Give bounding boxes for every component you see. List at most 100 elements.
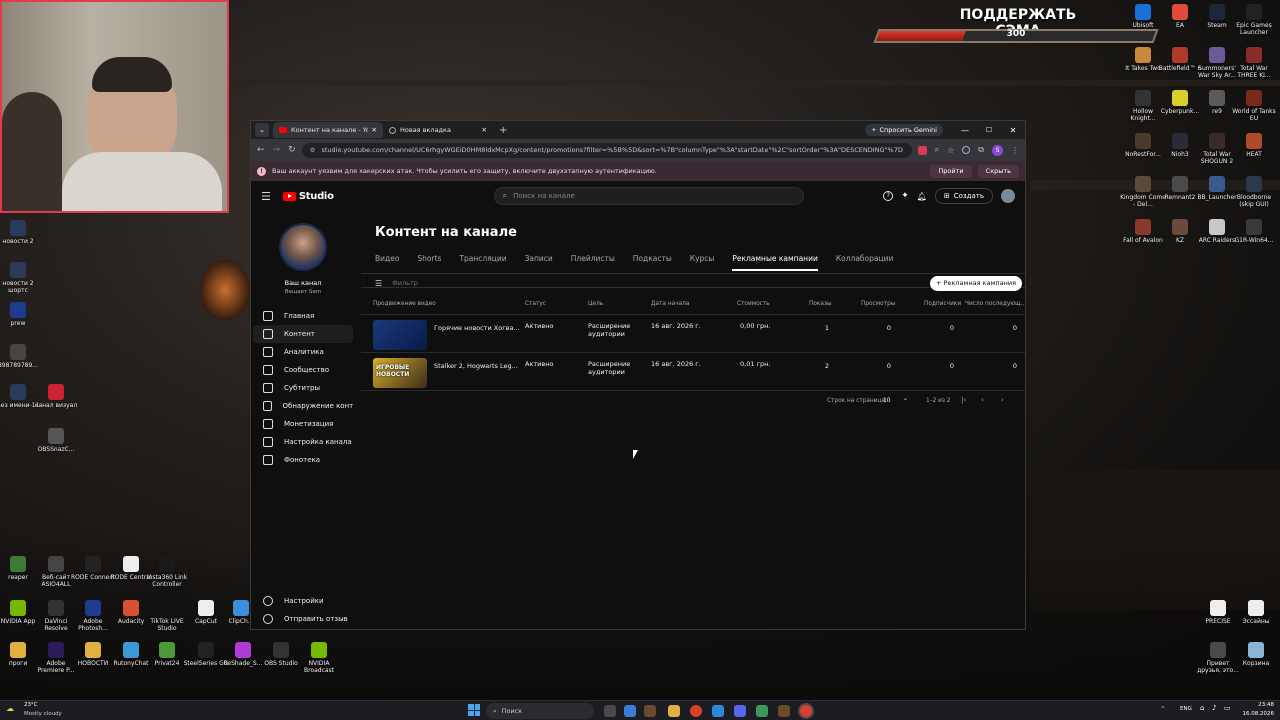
notifications-bell-icon[interactable]: 🔔︎ bbox=[917, 192, 927, 201]
column-header[interactable]: Статус bbox=[525, 301, 546, 307]
windows-start-icon[interactable] bbox=[468, 704, 480, 716]
column-header[interactable]: Продвижение видео bbox=[373, 301, 436, 307]
reload-icon[interactable]: ↻ bbox=[288, 145, 296, 155]
volume-icon[interactable]: ♪ bbox=[1212, 704, 1216, 712]
url-input[interactable]: ⚙ studio.youtube.com/channel/UC6rhgyWGEi… bbox=[301, 142, 912, 158]
battery-icon[interactable]: ▭ bbox=[1224, 704, 1231, 712]
desktop-icon[interactable]: prew bbox=[0, 302, 41, 327]
content-tab[interactable]: Подкасты bbox=[633, 254, 672, 271]
taskbar-search-input[interactable]: ⌕ Поиск bbox=[486, 703, 594, 719]
video-thumbnail[interactable]: ИГРОВЫЕ НОВОСТИ bbox=[373, 358, 427, 388]
hamburger-menu-icon[interactable]: ☰ bbox=[261, 190, 271, 203]
desktop-icon[interactable]: новости 2 шортс bbox=[0, 262, 41, 294]
desktop-icon[interactable]: 898789789... bbox=[0, 344, 41, 369]
tray-chevron-icon[interactable]: ⌃ bbox=[1160, 705, 1166, 713]
content-tab[interactable]: Рекламные кампании bbox=[732, 254, 818, 271]
sidebar-item[interactable]: Настройки bbox=[253, 592, 353, 610]
sidebar-item[interactable]: Аналитика bbox=[253, 343, 353, 361]
telegram-icon[interactable] bbox=[712, 705, 724, 717]
sync-icon[interactable] bbox=[962, 146, 971, 154]
back-icon[interactable]: ← bbox=[257, 145, 265, 155]
sidebar-item[interactable]: Субтитры bbox=[253, 379, 353, 397]
prev-page-icon[interactable]: ‹ bbox=[981, 396, 984, 404]
gemini-button[interactable]: ✦ Спросить Gemini bbox=[865, 124, 943, 136]
content-tab[interactable]: Курсы bbox=[690, 254, 715, 271]
weather-icon[interactable]: ☁︎ bbox=[6, 704, 14, 713]
desktop-icon[interactable]: Эссайны bbox=[1233, 600, 1279, 625]
taskbar-app-icon[interactable] bbox=[756, 705, 768, 717]
tab-youtube-studio[interactable]: Контент на канале - YouTube S ✕ bbox=[273, 122, 383, 138]
desktop-icon[interactable]: Epic Games Launcher bbox=[1231, 4, 1277, 36]
language-indicator[interactable]: ENG bbox=[1180, 706, 1192, 712]
taskbar-app-icon[interactable] bbox=[778, 705, 790, 717]
table-row[interactable]: Горячие новости Хогва... Активно Расширени… bbox=[361, 315, 1025, 353]
channel-avatar[interactable] bbox=[279, 223, 327, 271]
bookmark-star-icon[interactable]: ☆ bbox=[947, 146, 954, 155]
sidebar-item[interactable]: Фонотека bbox=[253, 451, 353, 469]
filter-input[interactable]: Фильтр bbox=[392, 279, 930, 287]
desktop-icon[interactable]: Total War THREE KI... bbox=[1231, 47, 1277, 79]
content-tab[interactable]: Коллаборации bbox=[836, 254, 894, 271]
content-tab[interactable]: Плейлисты bbox=[571, 254, 615, 271]
chrome-active-icon[interactable] bbox=[800, 705, 812, 717]
extensions-puzzle-icon[interactable]: ⧉ bbox=[978, 145, 984, 155]
warning-hide-button[interactable]: Скрыть bbox=[977, 164, 1019, 178]
column-header[interactable]: Подписчики bbox=[924, 301, 961, 307]
chrome-icon[interactable] bbox=[690, 705, 702, 717]
rows-per-page-select[interactable]: 10 bbox=[883, 398, 890, 404]
desktop-icon[interactable]: OBSSnazC... bbox=[33, 428, 79, 453]
first-page-icon[interactable]: |‹ bbox=[961, 396, 966, 404]
account-avatar[interactable] bbox=[1001, 189, 1015, 203]
new-campaign-button[interactable]: + Рекламная кампания bbox=[929, 275, 1022, 291]
forward-icon[interactable]: → bbox=[273, 145, 281, 155]
desktop-icon[interactable]: Insta360 Link Controller bbox=[144, 556, 190, 588]
column-header[interactable]: Цель bbox=[588, 301, 603, 307]
site-info-icon[interactable]: ⚙ bbox=[310, 146, 316, 154]
sidebar-item[interactable]: Сообщество bbox=[253, 361, 353, 379]
close-window-button[interactable]: ✕ bbox=[1001, 126, 1025, 135]
close-tab-icon[interactable]: ✕ bbox=[482, 126, 487, 134]
taskbar-app-icon[interactable] bbox=[644, 705, 656, 717]
column-header[interactable]: Дата начала bbox=[651, 301, 689, 307]
desktop-icon[interactable]: World of Tanks EU bbox=[1231, 90, 1277, 122]
content-tab[interactable]: Записи bbox=[525, 254, 553, 271]
taskbar-app-icon[interactable] bbox=[624, 705, 636, 717]
sidebar-item[interactable]: Отправить отзыв bbox=[253, 610, 353, 628]
column-header[interactable]: Число последующ... bbox=[965, 301, 1025, 307]
content-tab[interactable]: Shorts bbox=[417, 254, 441, 271]
sidebar-item[interactable]: Монетизация bbox=[253, 415, 353, 433]
desktop-icon[interactable]: HEAT bbox=[1231, 133, 1277, 158]
close-tab-icon[interactable]: ✕ bbox=[372, 126, 377, 134]
network-icon[interactable]: ⌂ bbox=[1200, 704, 1204, 712]
desktop-icon[interactable]: канал визуал bbox=[33, 384, 79, 409]
column-header[interactable]: Стоимость bbox=[737, 301, 770, 307]
tab-search-icon[interactable]: ⌄ bbox=[255, 123, 269, 137]
video-thumbnail[interactable] bbox=[373, 320, 427, 350]
sidebar-item[interactable]: Контент bbox=[253, 325, 353, 343]
sparkle-icon[interactable]: ✦ bbox=[901, 191, 909, 201]
column-header[interactable]: Показы bbox=[809, 301, 832, 307]
desktop-icon[interactable]: G1R-Win64... bbox=[1231, 219, 1277, 244]
task-view-icon[interactable] bbox=[604, 705, 616, 717]
desktop-icon[interactable]: новости 2 bbox=[0, 220, 41, 245]
studio-search-input[interactable]: ⌕ Поиск на канале bbox=[493, 187, 804, 205]
file-explorer-icon[interactable] bbox=[668, 705, 680, 717]
tab-new-tab[interactable]: Новая вкладка ✕ bbox=[383, 122, 493, 138]
browser-menu-icon[interactable]: ⋮ bbox=[1011, 146, 1019, 155]
column-header[interactable]: Просмотры bbox=[861, 301, 895, 307]
minimize-button[interactable]: — bbox=[953, 126, 977, 135]
desktop-icon[interactable]: Корзина bbox=[1233, 642, 1279, 667]
desktop-icon[interactable]: Bloodborne (skip GUI) bbox=[1231, 176, 1277, 208]
chevron-down-icon[interactable]: ⌄ bbox=[903, 396, 908, 402]
new-tab-button[interactable]: + bbox=[499, 125, 507, 136]
content-tab[interactable]: Трансляции bbox=[459, 254, 506, 271]
table-row[interactable]: ИГРОВЫЕ НОВОСТИ Stalker 2, Hogwarts Leg..… bbox=[361, 353, 1025, 391]
create-button[interactable]: ⊞ Создать bbox=[934, 188, 993, 204]
help-icon[interactable]: ? bbox=[883, 191, 894, 201]
filter-icon[interactable]: ☰ bbox=[375, 279, 382, 288]
next-page-icon[interactable]: › bbox=[1001, 396, 1004, 404]
sidebar-item[interactable]: Настройка канала bbox=[253, 433, 353, 451]
clock-time[interactable]: 23:48 bbox=[1244, 702, 1274, 708]
desktop-icon[interactable]: NVIDIA Broadcast bbox=[296, 642, 342, 674]
profile-avatar[interactable]: S bbox=[992, 144, 1003, 156]
